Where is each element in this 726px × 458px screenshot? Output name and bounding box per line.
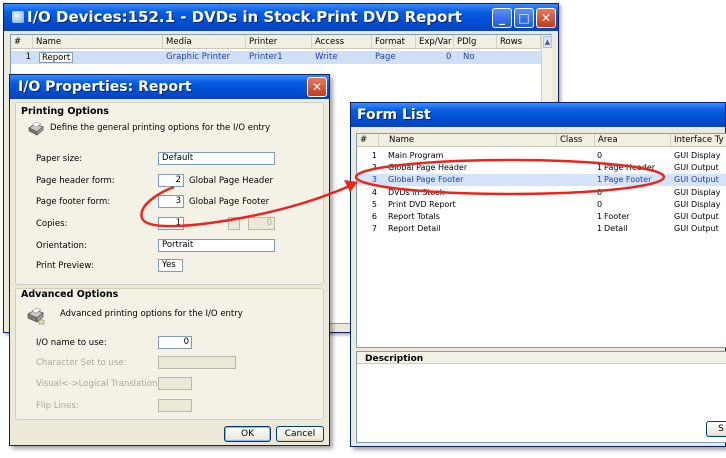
arrowhead-icon: [344, 180, 358, 192]
annotation-overlay: [140, 158, 666, 228]
annotation-arrow: [140, 183, 353, 228]
highlight-ellipse: [354, 158, 666, 196]
